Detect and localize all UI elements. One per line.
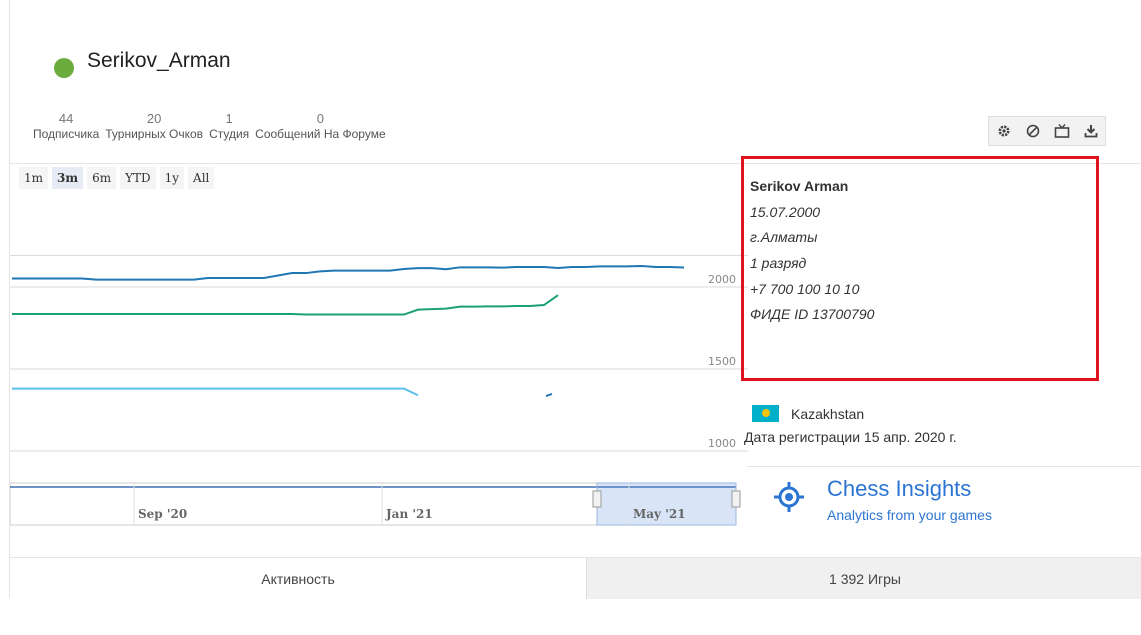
stat-tournament-points[interactable]: 20 Турнирных Очков: [104, 111, 204, 142]
stat-label: Подписчика: [33, 127, 100, 141]
stats-bar: 44 Подписчика 20 Турнирных Очков 1 Студи…: [32, 111, 387, 142]
insights-title: Chess Insights: [827, 476, 972, 501]
rating-series-line-2: [12, 387, 419, 397]
stat-forum-posts[interactable]: 0 Сообщений На Форуме: [254, 111, 386, 142]
gear-icon[interactable]: [989, 117, 1018, 145]
stat-label: Студия: [209, 127, 250, 141]
target-icon: [774, 482, 804, 512]
tv-icon[interactable]: [1047, 117, 1076, 145]
kazakhstan-flag-icon: [752, 405, 779, 422]
y-tick-label: 1000: [708, 437, 736, 450]
download-icon[interactable]: [1076, 117, 1105, 145]
stat-followers[interactable]: 44 Подписчика: [32, 111, 100, 142]
bio-city: г.Алматы: [750, 229, 818, 245]
y-tick-label: 1500: [708, 355, 736, 368]
tab-activity[interactable]: Активность: [10, 558, 586, 599]
online-status-indicator: [54, 58, 74, 78]
block-icon[interactable]: [1018, 117, 1047, 145]
navigator-date-label: May '21: [633, 507, 686, 521]
stat-value: 44: [58, 111, 74, 126]
username: Serikov_Arman: [87, 49, 231, 72]
stat-value: 20: [146, 111, 162, 126]
chess-insights-link[interactable]: Chess Insights Analytics from your games: [747, 466, 1141, 557]
rating-chart: 2000 1500 1000 Sep '20 Jan '21 May '21: [10, 254, 748, 526]
navigator-date-label: Sep '20: [138, 507, 187, 521]
rating-series-line-0: [12, 265, 685, 281]
navigator-handle-right[interactable]: [731, 490, 741, 508]
rating-series-segment: [545, 392, 553, 398]
stat-studio[interactable]: 1 Студия: [208, 111, 250, 142]
country-name: Kazakhstan: [791, 405, 865, 422]
navigator-date-label: Jan '21: [385, 507, 433, 521]
stat-value: 1: [225, 111, 233, 126]
bio-fide-id: ФИДЕ ID 13700790: [750, 306, 875, 322]
profile-tabs: Активность 1 392 Игры: [10, 557, 1141, 599]
rating-series-line-1: [12, 294, 559, 316]
stat-value: 0: [316, 111, 325, 126]
bio-name: Serikov Arman: [750, 178, 849, 194]
registration-date: Дата регистрации 15 апр. 2020 г.: [744, 429, 957, 445]
navigator-handle-left[interactable]: [592, 490, 602, 508]
stat-label: Турнирных Очков: [105, 127, 204, 141]
tab-games[interactable]: 1 392 Игры: [586, 558, 1141, 599]
profile-header: Serikov_Arman 44 Подписчика 20 Турнирных…: [10, 0, 1141, 164]
bio-birthdate: 15.07.2000: [750, 204, 821, 220]
bio-rank: 1 разряд: [750, 255, 807, 271]
profile-toolbar: [988, 116, 1106, 146]
insights-subtitle: Analytics from your games: [827, 507, 992, 523]
stat-label: Сообщений На Форуме: [255, 127, 386, 141]
y-tick-label: 2000: [708, 273, 736, 286]
bio-phone: +7 700 100 10 10: [750, 281, 860, 297]
country-info: Kazakhstan: [752, 405, 864, 422]
